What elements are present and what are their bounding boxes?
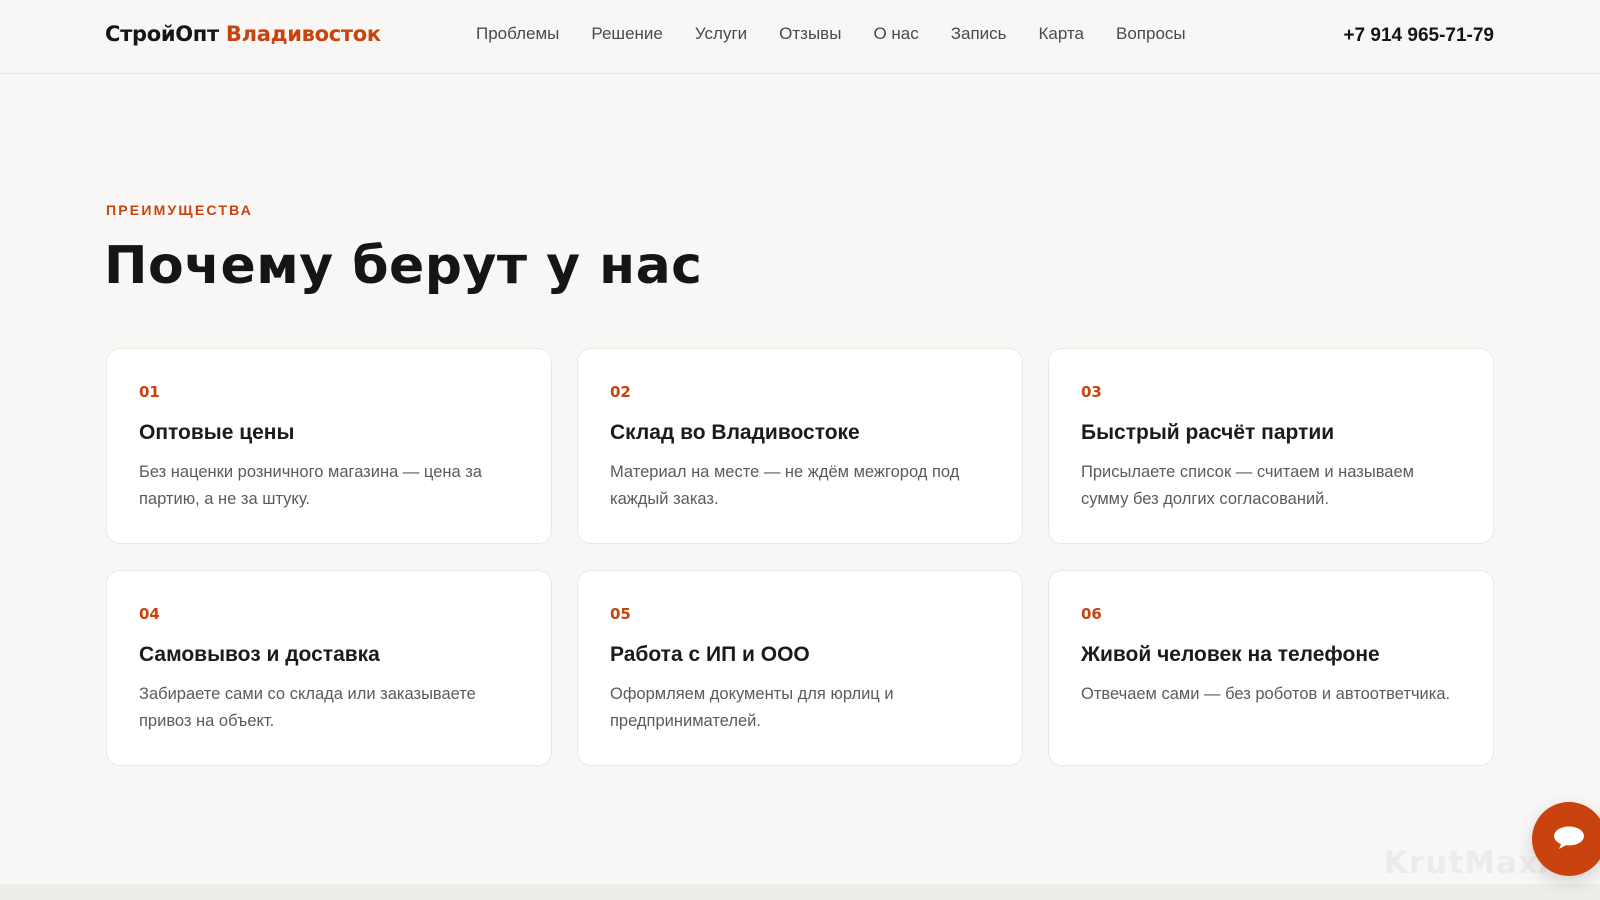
nav-link-faq[interactable]: Вопросы bbox=[1116, 24, 1186, 44]
card-text: Материал на месте — не ждём межгород под… bbox=[610, 463, 960, 508]
chat-button[interactable] bbox=[1532, 802, 1600, 876]
nav-link-booking[interactable]: Запись bbox=[951, 24, 1007, 44]
section-eyebrow: ПРЕИМУЩЕСТВА bbox=[106, 202, 254, 218]
card-number: 06 bbox=[1081, 605, 1102, 623]
card-number: 01 bbox=[139, 383, 160, 401]
card-number: 03 bbox=[1081, 383, 1102, 401]
section-title: Почему берут у нас bbox=[104, 236, 703, 296]
nav-link-map[interactable]: Карта bbox=[1039, 24, 1085, 44]
logo-main-text: СтройОпт bbox=[105, 22, 219, 46]
main-nav: Проблемы Решение Услуги Отзывы О нас Зап… bbox=[476, 24, 1186, 44]
card-title: Оптовые цены bbox=[139, 421, 295, 444]
advantage-card: 02 Склад во Владивостоке Материал на мес… bbox=[577, 348, 1023, 544]
nav-link-solution[interactable]: Решение bbox=[591, 24, 662, 44]
nav-link-about[interactable]: О нас bbox=[873, 24, 918, 44]
site-header: СтройОпт Владивосток Проблемы Решение Ус… bbox=[0, 0, 1600, 74]
next-section-edge bbox=[0, 884, 1600, 900]
card-text: Отвечаем сами — без роботов и автоответч… bbox=[1081, 685, 1451, 703]
card-text: Присылаете список — считаем и называем с… bbox=[1081, 463, 1414, 508]
nav-link-services[interactable]: Услуги bbox=[695, 24, 747, 44]
card-text: Без наценки розничного магазина — цена з… bbox=[139, 463, 482, 508]
chat-bubble-icon bbox=[1554, 826, 1584, 849]
card-title: Работа с ИП и ООО bbox=[610, 643, 810, 666]
card-number: 05 bbox=[610, 605, 631, 623]
nav-link-problems[interactable]: Проблемы bbox=[476, 24, 559, 44]
advantage-card: 03 Быстрый расчёт партии Присылаете спис… bbox=[1048, 348, 1494, 544]
logo-accent-text: Владивосток bbox=[225, 22, 381, 46]
card-title: Быстрый расчёт партии bbox=[1081, 421, 1335, 444]
phone-link[interactable]: +7 914 965-71-79 bbox=[1343, 25, 1494, 47]
card-text: Оформляем документы для юрлиц и предприн… bbox=[610, 685, 894, 730]
card-text: Забираете сами со склада или заказываете… bbox=[139, 685, 476, 730]
advantages-grid: 01 Оптовые цены Без наценки розничного м… bbox=[106, 348, 1494, 766]
advantage-card: 06 Живой человек на телефоне Отвечаем са… bbox=[1048, 570, 1494, 766]
logo[interactable]: СтройОпт Владивосток bbox=[105, 22, 381, 46]
advantage-card: 05 Работа с ИП и ООО Оформляем документы… bbox=[577, 570, 1023, 766]
card-title: Самовывоз и доставка bbox=[139, 643, 380, 666]
card-number: 04 bbox=[139, 605, 160, 623]
advantage-card: 01 Оптовые цены Без наценки розничного м… bbox=[106, 348, 552, 544]
card-title: Склад во Владивостоке bbox=[610, 421, 860, 444]
card-title: Живой человек на телефоне bbox=[1081, 643, 1380, 666]
card-number: 02 bbox=[610, 383, 631, 401]
nav-link-reviews[interactable]: Отзывы bbox=[779, 24, 841, 44]
advantage-card: 04 Самовывоз и доставка Забираете сами с… bbox=[106, 570, 552, 766]
